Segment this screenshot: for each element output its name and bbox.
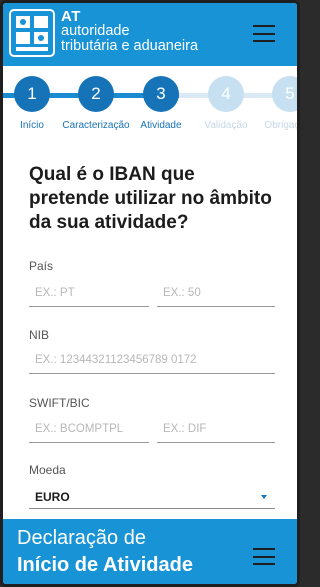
- page-title: Qual é o IBAN que pretende utilizar no â…: [29, 164, 272, 233]
- currency-value: EURO: [35, 490, 70, 504]
- check-digits-input[interactable]: EX.: 50: [157, 279, 275, 307]
- brand-text: AT autoridade tributária e aduaneira: [61, 9, 198, 54]
- step-label: Atividade: [140, 120, 182, 131]
- swift-label: SWIFT/BIC: [29, 396, 90, 410]
- country-code-input[interactable]: EX.: PT: [29, 279, 149, 307]
- app-footer: Declaração de Início de Atividade: [3, 519, 297, 584]
- currency-select[interactable]: EURO: [29, 485, 275, 509]
- pais-label: País: [29, 259, 54, 273]
- app-header: AT autoridade tributária e aduaneira: [3, 3, 297, 66]
- nib-label: NIB: [29, 328, 50, 342]
- step-label: Validação: [204, 120, 248, 131]
- brand-line1: autoridade: [61, 23, 130, 39]
- at-logo-icon: [9, 9, 55, 57]
- step-number: 5: [272, 76, 297, 112]
- step-3[interactable]: 3 Atividade: [126, 76, 196, 131]
- phone-frame: AT autoridade tributária e aduaneira 1 In…: [0, 0, 300, 587]
- step-4: 4 Validação: [191, 76, 261, 131]
- step-number: 3: [143, 76, 179, 112]
- step-number: 1: [14, 76, 50, 112]
- footer-line1: Declaração de: [17, 527, 146, 549]
- swift-branch-input[interactable]: EX.: DIF: [157, 415, 275, 443]
- moeda-label: Moeda: [29, 463, 66, 477]
- step-5: 5 Obrigações: [255, 76, 297, 131]
- step-number: 2: [78, 76, 114, 112]
- caret-down-icon: [261, 495, 267, 499]
- hamburger-icon[interactable]: [253, 25, 275, 42]
- hamburger-icon[interactable]: [253, 548, 275, 565]
- step-label: Obrigações: [264, 120, 297, 131]
- step-label: Caracterização: [62, 120, 130, 131]
- nib-input[interactable]: EX.: 12344321123456789 0172: [29, 346, 275, 374]
- step-label: Início: [20, 120, 44, 131]
- brand-line2: tributária e aduaneira: [61, 38, 199, 54]
- swift-bank-input[interactable]: EX.: BCOMPTPL: [29, 415, 149, 443]
- footer-line2: Início de Atividade: [17, 554, 193, 576]
- step-2[interactable]: 2 Caracterização: [61, 76, 131, 131]
- progress-stepper: 1 Início 2 Caracterização 3 Atividade 4 Validaç…: [3, 66, 297, 138]
- brand-short: AT: [61, 8, 81, 25]
- step-number: 4: [208, 76, 244, 112]
- step-1[interactable]: 1 Início: [3, 76, 67, 131]
